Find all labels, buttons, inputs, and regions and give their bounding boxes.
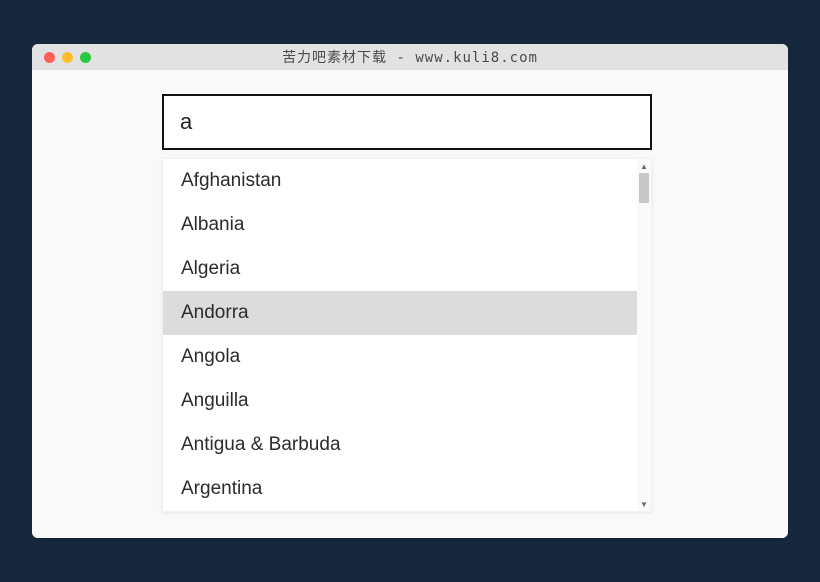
option-item[interactable]: Anguilla	[163, 379, 651, 423]
option-label: Angola	[181, 346, 240, 368]
search-input[interactable]	[162, 94, 652, 150]
option-item[interactable]: Argentina	[163, 467, 651, 511]
scroll-thumb[interactable]	[639, 173, 649, 203]
option-label: Andorra	[181, 302, 249, 324]
window-minimize-button[interactable]	[62, 52, 73, 63]
window-title: 苦力吧素材下载 - www.kuli8.com	[32, 47, 788, 67]
scrollbar[interactable]: ▲ ▼	[637, 159, 651, 511]
traffic-lights	[32, 52, 91, 63]
option-item[interactable]: Angola	[163, 335, 651, 379]
option-label: Argentina	[181, 478, 262, 500]
option-item[interactable]: Andorra	[163, 291, 651, 335]
option-item[interactable]: Afghanistan	[163, 159, 651, 203]
option-item[interactable]: Albania	[163, 203, 651, 247]
autocomplete: Afghanistan Albania Algeria Andorra Ango…	[162, 94, 652, 512]
titlebar: 苦力吧素材下载 - www.kuli8.com	[32, 44, 788, 70]
window-content: Afghanistan Albania Algeria Andorra Ango…	[32, 70, 788, 538]
app-window: 苦力吧素材下载 - www.kuli8.com Afghanistan Alba…	[32, 44, 788, 538]
option-label: Algeria	[181, 258, 240, 280]
option-list: Afghanistan Albania Algeria Andorra Ango…	[163, 159, 651, 511]
window-maximize-button[interactable]	[80, 52, 91, 63]
option-label: Anguilla	[181, 390, 249, 412]
option-label: Antigua & Barbuda	[181, 434, 341, 456]
option-item[interactable]: Algeria	[163, 247, 651, 291]
window-close-button[interactable]	[44, 52, 55, 63]
scroll-up-arrow-icon[interactable]: ▲	[637, 159, 651, 173]
option-label: Afghanistan	[181, 170, 281, 192]
option-label: Albania	[181, 214, 244, 236]
dropdown-panel: Afghanistan Albania Algeria Andorra Ango…	[162, 158, 652, 512]
scroll-down-arrow-icon[interactable]: ▼	[637, 497, 651, 511]
option-item[interactable]: Antigua & Barbuda	[163, 423, 651, 467]
